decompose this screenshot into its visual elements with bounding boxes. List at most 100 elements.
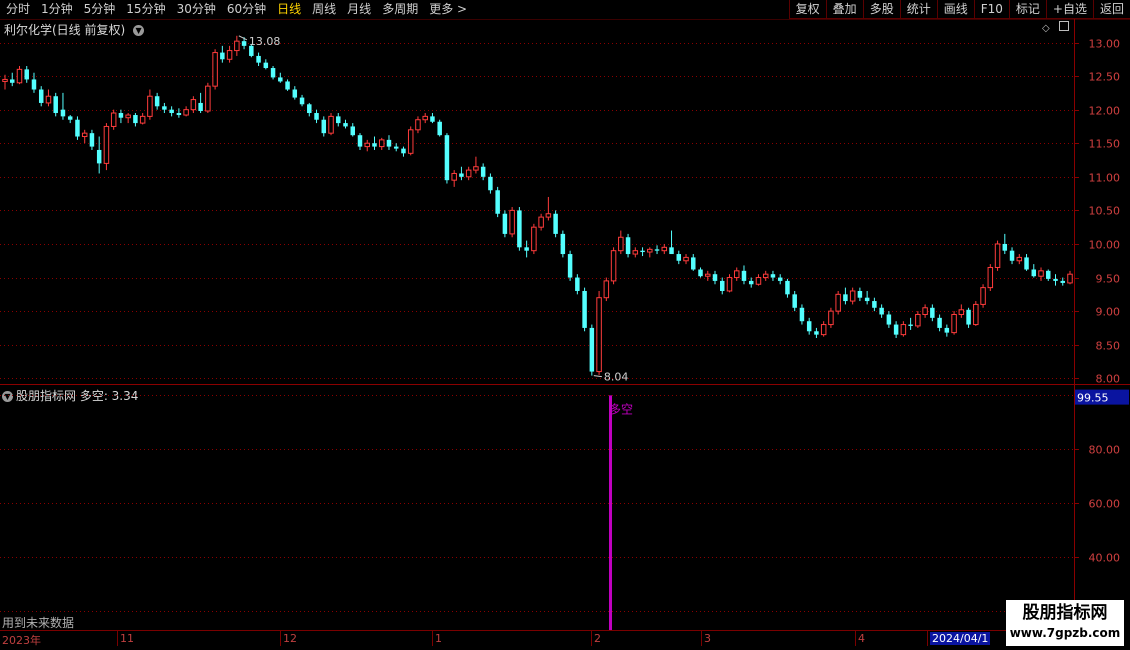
candle-body [596,297,602,373]
date-label: 12 [283,632,297,645]
period-tab[interactable]: 日线 [271,0,306,19]
candle-body [676,254,682,261]
candle-body [589,327,595,372]
candle-body [980,287,986,305]
candle-body [661,246,668,252]
toolbar-action-button[interactable]: 叠加 [825,0,863,19]
toolbar-action-button[interactable]: 多股 [862,0,900,19]
period-tab[interactable]: 1分钟 [35,0,78,19]
candle-body [205,85,211,112]
candle-body [393,146,399,149]
price-tick-label: 9.00 [1096,306,1121,319]
candle-body [415,119,421,131]
candle-body [987,266,994,289]
period-tab[interactable]: 分时 [0,0,35,19]
period-tab[interactable]: 周线 [306,0,341,19]
candle-body [973,303,979,326]
low-price-label: 8.04 [604,371,629,384]
watermark-url: www.7gpzb.com [1009,626,1121,640]
date-tick [855,631,856,646]
candle-body [234,40,240,52]
candle-body [582,290,587,328]
candle-body [299,97,305,105]
action-buttons: 复权 叠加 多股 统计 画线 F10 标记 +自选 返回 [788,0,1130,19]
candle-body [538,216,544,228]
period-tab[interactable]: 60分钟 [221,0,271,19]
candle-body [691,257,696,270]
candle-body [38,89,44,103]
candle-body [951,313,957,334]
high-price-label: 13.08 [249,35,281,48]
candle-body [430,116,435,122]
candle-body [762,273,769,279]
candle-body [719,280,725,291]
candle-body [618,236,624,252]
candle-body [24,69,29,80]
date-label: 2024/04/1 [930,632,991,645]
candle-body [118,113,124,118]
high-arrow [238,35,248,41]
candle-body [1016,256,1023,262]
candle-body [785,280,790,295]
toolbar-action-button[interactable]: 标记 [1008,0,1046,19]
candle-body [705,273,711,277]
candle-body [444,135,450,181]
candle-body [698,269,703,277]
candle-body [103,125,110,164]
candle-body [843,294,848,302]
candle-body [198,102,203,112]
candle-body [560,233,566,255]
signal-label: 多空 [609,402,633,416]
candle-body [133,115,138,124]
toolbar-action-button[interactable]: F10 [973,0,1009,19]
candle-body [625,237,631,255]
candle-body [75,119,80,137]
period-tabs: 分时 1分钟 5分钟 15分钟 30分钟 60分钟 日线 周线 月线 多周期 更多 > [0,0,472,19]
candle-body [575,277,580,291]
toolbar-action-button[interactable]: 画线 [936,0,974,19]
candlestick-chart: 8.008.509.009.5010.0010.5011.0011.5012.0… [0,19,1130,404]
candle-body [350,126,356,136]
period-tab[interactable]: 更多 > [423,0,472,19]
period-tab[interactable]: 月线 [341,0,376,19]
candle-body [459,173,464,177]
candle-body [1046,270,1051,279]
toolbar-action-button[interactable]: +自选 [1045,0,1093,19]
value-tick-label: 40.00 [1089,552,1121,565]
candle-body [835,293,841,312]
toolbar-action-button[interactable]: 返回 [1092,0,1130,19]
toolbar-action-button[interactable]: 复权 [788,0,826,19]
period-tab[interactable]: 多周期 [376,0,423,19]
price-tick-label: 13.00 [1089,38,1121,51]
candle-body [748,280,754,285]
candle-body [226,50,233,60]
future-data-label: 用到未来数据 [2,616,75,630]
candle-body [640,250,645,253]
candle-body [937,317,942,328]
date-label: 2 [594,632,601,645]
period-tab[interactable]: 15分钟 [120,0,170,19]
candle-body [820,324,827,336]
date-tick [591,631,592,646]
candle-body [712,274,718,281]
candle-body [321,119,327,134]
period-tab[interactable]: 5分钟 [78,0,121,19]
candle-body [683,256,689,262]
period-tab[interactable]: 30分钟 [171,0,221,19]
toolbar: 分时 1分钟 5分钟 15分钟 30分钟 60分钟 日线 周线 月线 多周期 更多 > 复权 叠加 多股… [0,0,1130,20]
candle-body [9,79,15,83]
candle-body [451,172,457,181]
toolbar-action-button[interactable]: 统计 [899,0,937,19]
candle-body [53,96,58,114]
candle-body [509,209,515,235]
candle-body [755,277,762,285]
candle-body [488,176,493,191]
candle-body [45,95,52,104]
candle-body [278,77,283,82]
watermark: 股朋指标网 www.7gpzb.com [1006,600,1124,646]
candle-body [343,123,348,127]
candle-body [176,113,182,116]
date-tick [432,631,433,646]
candle-body [270,68,276,78]
candle-body [314,113,319,120]
